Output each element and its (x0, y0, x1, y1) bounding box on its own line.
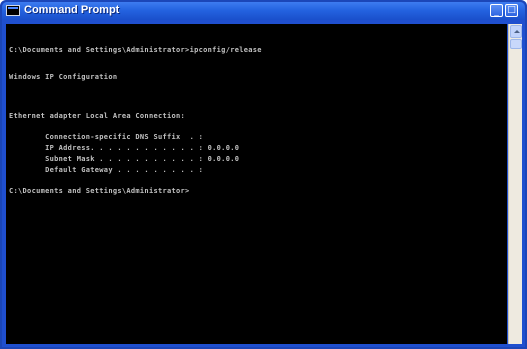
scroll-up-button[interactable] (510, 25, 522, 38)
vertical-scrollbar[interactable] (508, 24, 522, 344)
minimize-icon: _ (494, 7, 499, 17)
scroll-thumb[interactable] (510, 39, 522, 49)
cmd-icon[interactable] (6, 5, 20, 16)
console-line: Windows IP Configuration (9, 73, 118, 81)
title-bar[interactable]: Command Prompt _ □ (2, 2, 525, 20)
window-title: Command Prompt (24, 4, 120, 16)
maximize-button[interactable]: □ (505, 4, 518, 17)
maximize-icon: □ (507, 5, 516, 15)
console-line: Ethernet adapter Local Area Connection: (9, 112, 186, 120)
console-line: C:\Documents and Settings\Administrator>… (9, 46, 262, 54)
console-line: Subnet Mask . . . . . . . . . . . : 0.0.… (9, 155, 240, 163)
console-line: IP Address. . . . . . . . . . . . : 0.0.… (9, 144, 240, 152)
minimize-button[interactable]: _ (490, 4, 503, 17)
command-prompt-window: Command Prompt _ □ C:\Documents and Sett… (0, 0, 527, 349)
console-prompt: C:\Documents and Settings\Administrator> (9, 187, 190, 195)
console-output[interactable]: C:\Documents and Settings\Administrator>… (6, 24, 507, 344)
console-line: Connection-specific DNS Suffix . : (9, 133, 204, 141)
console-line: Default Gateway . . . . . . . . . : (9, 166, 204, 174)
